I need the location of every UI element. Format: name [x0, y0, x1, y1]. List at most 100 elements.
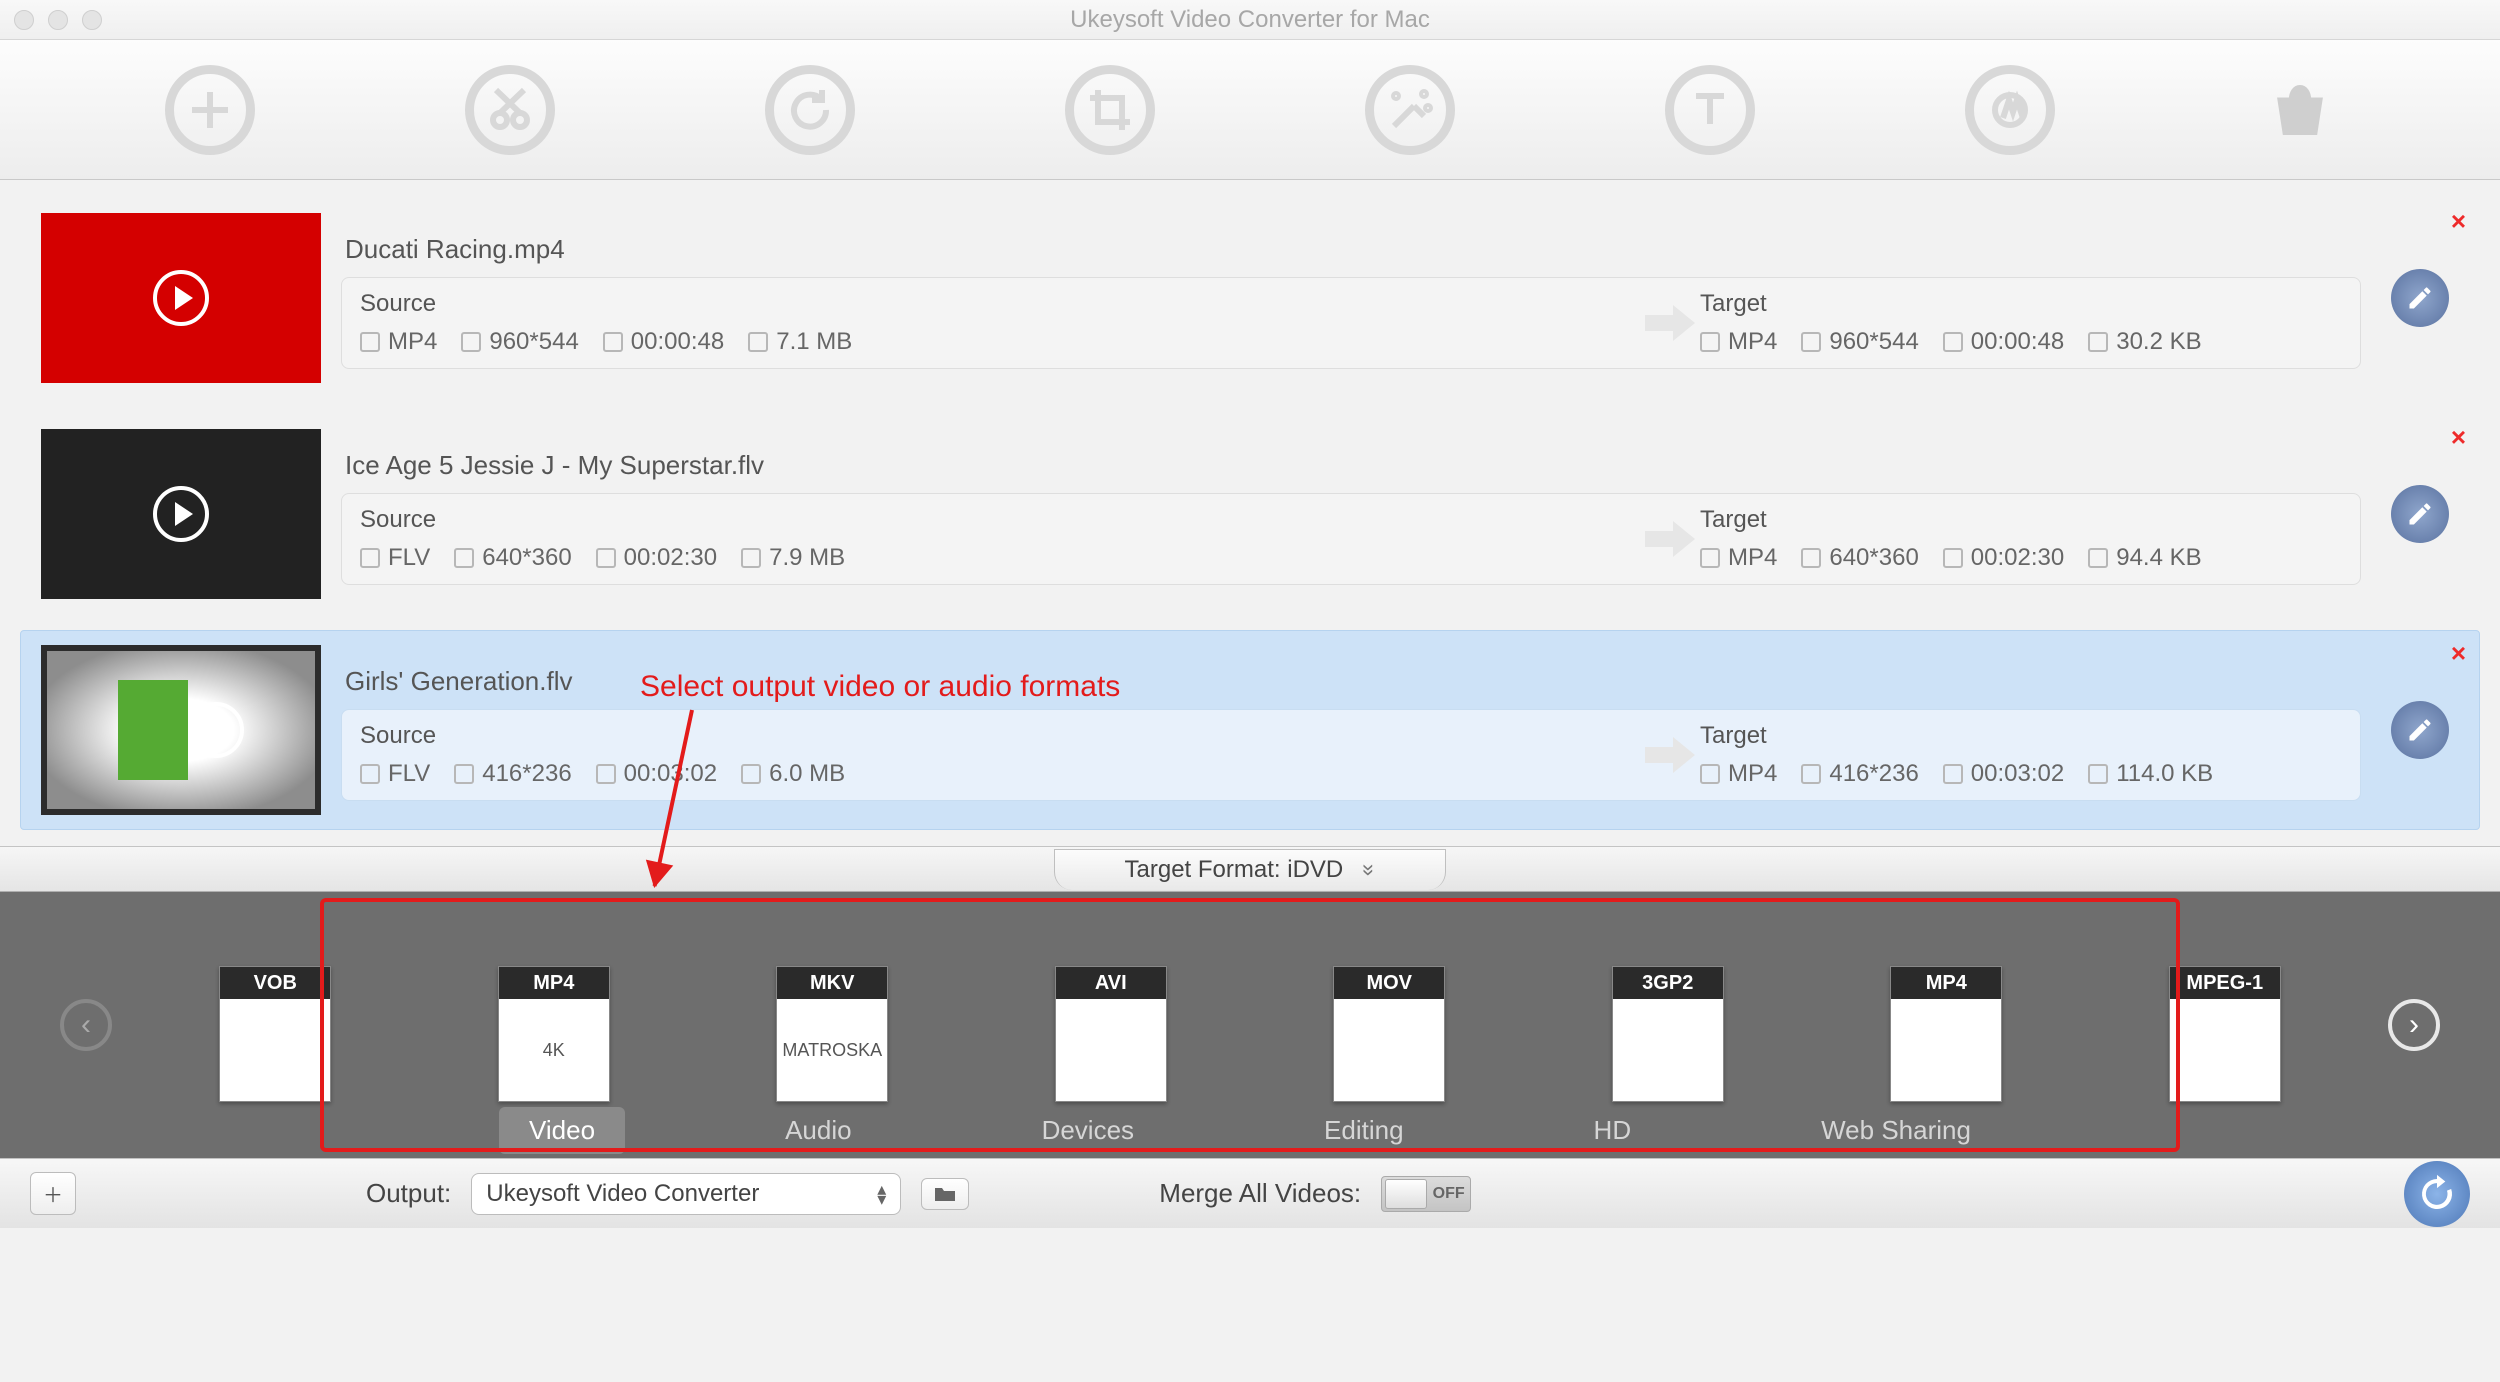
target-format-label: Target Format: iDVD	[1125, 856, 1344, 884]
format-option-mp4[interactable]: MP4 4K	[498, 966, 610, 1102]
format-head: MPEG-1	[2170, 967, 2280, 999]
rotate-icon[interactable]	[765, 65, 855, 155]
toggle-state-label: OFF	[1427, 1185, 1470, 1203]
remove-file-button[interactable]: ×	[2451, 422, 2466, 453]
effects-icon[interactable]	[1365, 65, 1455, 155]
bottom-bar: ＋ Output: Ukeysoft Video Converter ▴▾ Me…	[0, 1158, 2500, 1228]
text-icon[interactable]	[1665, 65, 1755, 155]
format-head: AVI	[1056, 967, 1166, 999]
size-icon	[741, 764, 761, 784]
add-icon[interactable]	[165, 65, 255, 155]
file-row[interactable]: × Girls' Generation.flv Source FLV 416*2…	[20, 630, 2480, 830]
browse-folder-button[interactable]	[921, 1178, 969, 1210]
format-head: VOB	[220, 967, 330, 999]
resolution-icon	[454, 764, 474, 784]
resolution-icon	[1801, 332, 1821, 352]
format-body	[1334, 999, 1444, 1101]
format-head: MP4	[499, 967, 609, 999]
file-info-box: Source FLV 640*360 00:02:30 7.9 MB Targe…	[341, 493, 2361, 585]
format-option-mov[interactable]: MOV	[1333, 966, 1445, 1102]
file-name: Ducati Racing.mp4	[345, 234, 2361, 265]
source-label: Source	[360, 290, 1640, 318]
category-tab-video[interactable]: Video	[499, 1107, 625, 1154]
duration-icon	[1943, 332, 1963, 352]
file-row[interactable]: × Ice Age 5 Jessie J - My Superstar.flv …	[20, 414, 2480, 614]
remove-file-button[interactable]: ×	[2451, 638, 2466, 669]
crop-icon[interactable]	[1065, 65, 1155, 155]
size-icon	[748, 332, 768, 352]
remove-file-button[interactable]: ×	[2451, 206, 2466, 237]
format-option-mp4[interactable]: MP4	[1890, 966, 2002, 1102]
video-thumbnail[interactable]	[41, 213, 321, 383]
size-icon	[2088, 332, 2108, 352]
arrow-right-icon	[1640, 735, 1700, 775]
format-icon	[1700, 332, 1720, 352]
play-icon[interactable]	[188, 702, 244, 758]
video-thumbnail[interactable]	[41, 429, 321, 599]
titlebar: Ukeysoft Video Converter for Mac	[0, 0, 2500, 40]
watermark-icon[interactable]	[1965, 65, 2055, 155]
target-label: Target	[1700, 722, 2220, 750]
duration-icon	[1943, 764, 1963, 784]
file-info-box: Source FLV 416*236 00:03:02 6.0 MB Targe…	[341, 709, 2361, 801]
format-option-mpeg-1[interactable]: MPEG-1	[2169, 966, 2281, 1102]
format-head: 3GP2	[1613, 967, 1723, 999]
target-format-dropdown[interactable]: Target Format: iDVD	[1054, 849, 1447, 890]
file-list: × Ducati Racing.mp4 Source MP4 960*544 0…	[0, 180, 2500, 830]
stat-line: FLV 416*236 00:03:02 6.0 MB	[360, 760, 1640, 788]
format-body	[1613, 999, 1723, 1101]
edit-file-button[interactable]	[2391, 485, 2449, 543]
category-tab-devices[interactable]: Devices	[1012, 1107, 1164, 1154]
resolution-icon	[454, 548, 474, 568]
add-small-button[interactable]: ＋	[30, 1172, 76, 1215]
file-row[interactable]: × Ducati Racing.mp4 Source MP4 960*544 0…	[20, 198, 2480, 398]
output-folder-select[interactable]: Ukeysoft Video Converter ▴▾	[471, 1173, 901, 1215]
resolution-icon	[1801, 764, 1821, 784]
target-format-bar[interactable]: Target Format: iDVD	[0, 846, 2500, 892]
format-body	[1056, 999, 1166, 1101]
category-tab-audio[interactable]: Audio	[755, 1107, 882, 1154]
play-icon[interactable]	[153, 270, 209, 326]
edit-file-button[interactable]	[2391, 269, 2449, 327]
output-folder-value: Ukeysoft Video Converter	[486, 1180, 759, 1208]
format-option-avi[interactable]: AVI	[1055, 966, 1167, 1102]
source-label: Source	[360, 722, 1640, 750]
arrow-right-icon	[1640, 303, 1700, 343]
merge-label: Merge All Videos:	[1159, 1178, 1361, 1209]
formats-next-button[interactable]: ›	[2388, 999, 2440, 1051]
resolution-icon	[461, 332, 481, 352]
duration-icon	[596, 548, 616, 568]
category-tab-editing[interactable]: Editing	[1294, 1107, 1434, 1154]
format-body: 4K	[499, 999, 609, 1101]
target-label: Target	[1700, 506, 2220, 534]
annotation-label: Select output video or audio formats	[640, 670, 1120, 704]
format-selector-panel: ‹ VOB MP4 4K MKV MATROSKA AVI MOV 3GP2 M…	[0, 892, 2500, 1158]
trim-icon[interactable]	[465, 65, 555, 155]
play-icon[interactable]	[153, 486, 209, 542]
format-body	[1891, 999, 2001, 1101]
convert-button[interactable]	[2404, 1161, 2470, 1227]
format-icon	[360, 332, 380, 352]
format-option-mkv[interactable]: MKV MATROSKA	[776, 966, 888, 1102]
file-name: Ice Age 5 Jessie J - My Superstar.flv	[345, 450, 2361, 481]
arrow-right-icon	[1640, 519, 1700, 559]
formats-prev-button[interactable]: ‹	[60, 999, 112, 1051]
duration-icon	[596, 764, 616, 784]
format-option-3gp2[interactable]: 3GP2	[1612, 966, 1724, 1102]
edit-file-button[interactable]	[2391, 701, 2449, 759]
format-body	[220, 999, 330, 1101]
format-icon	[360, 764, 380, 784]
stat-line: MP4 960*544 00:00:48 30.2 KB	[1700, 328, 2220, 356]
shop-icon[interactable]	[2265, 75, 2335, 145]
video-thumbnail[interactable]	[41, 645, 321, 815]
format-head: MOV	[1334, 967, 1444, 999]
category-tab-hd[interactable]: HD	[1564, 1107, 1662, 1154]
file-info-box: Source MP4 960*544 00:00:48 7.1 MB Targe…	[341, 277, 2361, 369]
format-icon	[1700, 764, 1720, 784]
format-option-vob[interactable]: VOB	[219, 966, 331, 1102]
category-tab-web sharing[interactable]: Web Sharing	[1791, 1107, 2001, 1154]
format-head: MKV	[777, 967, 887, 999]
main-toolbar	[0, 40, 2500, 180]
size-icon	[2088, 764, 2108, 784]
merge-toggle[interactable]: OFF	[1381, 1176, 1471, 1212]
